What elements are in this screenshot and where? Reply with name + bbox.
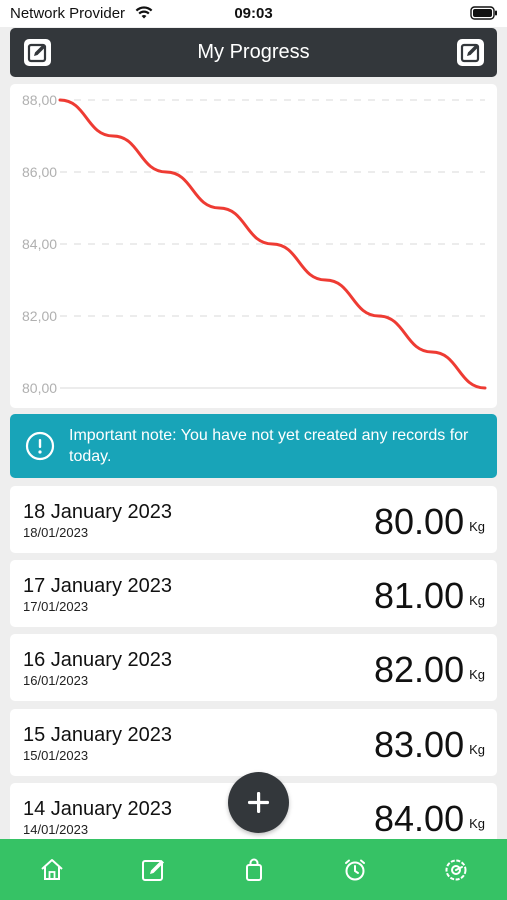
chart-y-tick-label: 80,00 bbox=[22, 380, 57, 396]
settings-icon bbox=[445, 859, 467, 881]
record-date-long: 14 January 2023 bbox=[23, 798, 173, 820]
battery-icon bbox=[470, 6, 498, 25]
chart-y-tick-label: 84,00 bbox=[22, 236, 57, 252]
record-row[interactable]: 16 January 2023 16/01/2023 82.00 Kg bbox=[10, 634, 497, 701]
record-date-long: 18 January 2023 bbox=[23, 501, 173, 523]
alarm-clock-icon bbox=[345, 859, 365, 881]
plus-icon bbox=[248, 792, 269, 813]
status-bar: Network Provider 09:03 bbox=[0, 0, 507, 27]
header-right-edit-button[interactable] bbox=[457, 39, 484, 66]
record-unit: Kg bbox=[469, 742, 485, 757]
progress-chart: 88,00 86,00 84,00 82,00 80,00 bbox=[10, 84, 497, 408]
page-title: My Progress bbox=[197, 41, 310, 63]
record-weight: 81.00 bbox=[374, 575, 465, 616]
nav-home[interactable] bbox=[38, 856, 66, 884]
app-header: My Progress bbox=[10, 28, 497, 77]
home-icon bbox=[41, 859, 63, 880]
bottom-nav bbox=[0, 839, 507, 900]
status-time: 09:03 bbox=[234, 5, 273, 22]
chart-y-tick-label: 86,00 bbox=[22, 164, 57, 180]
chart-svg: 88,00 86,00 84,00 82,00 80,00 bbox=[22, 92, 487, 396]
chart-y-tick-label: 88,00 bbox=[22, 92, 57, 108]
record-date-long: 17 January 2023 bbox=[23, 575, 173, 597]
nav-edit[interactable] bbox=[140, 856, 168, 884]
shopping-bag-icon bbox=[246, 858, 262, 881]
add-record-button[interactable] bbox=[228, 772, 289, 833]
nav-shopping[interactable] bbox=[240, 856, 268, 884]
record-date-short: 18/01/2023 bbox=[23, 525, 89, 540]
record-unit: Kg bbox=[469, 519, 485, 534]
important-note-banner: Important note: You have not yet created… bbox=[10, 414, 497, 478]
note-text: Important note: You have not yet created… bbox=[69, 427, 469, 465]
record-unit: Kg bbox=[469, 667, 485, 682]
record-date-long: 15 January 2023 bbox=[23, 724, 173, 746]
nav-alarm[interactable] bbox=[341, 856, 369, 884]
record-unit: Kg bbox=[469, 816, 485, 831]
record-weight: 84.00 bbox=[374, 798, 465, 839]
record-row[interactable]: 15 January 2023 15/01/2023 83.00 Kg bbox=[10, 709, 497, 776]
record-unit: Kg bbox=[469, 593, 485, 608]
record-weight: 80.00 bbox=[374, 501, 465, 542]
record-date-short: 14/01/2023 bbox=[23, 822, 89, 837]
record-date-long: 16 January 2023 bbox=[23, 649, 173, 671]
info-icon bbox=[25, 431, 55, 466]
record-row[interactable]: 18 January 2023 18/01/2023 80.00 Kg bbox=[10, 486, 497, 553]
record-date-short: 17/01/2023 bbox=[23, 599, 89, 614]
record-date-short: 15/01/2023 bbox=[23, 748, 89, 763]
edit-icon bbox=[142, 860, 164, 881]
nav-settings[interactable] bbox=[442, 856, 470, 884]
record-weight: 82.00 bbox=[374, 649, 465, 690]
chart-series-line bbox=[58, 98, 487, 390]
record-weight: 83.00 bbox=[374, 724, 465, 765]
record-date-short: 16/01/2023 bbox=[23, 673, 89, 688]
record-row[interactable]: 17 January 2023 17/01/2023 81.00 Kg bbox=[10, 560, 497, 627]
chart-y-tick-label: 82,00 bbox=[22, 308, 57, 324]
edit-icon bbox=[460, 43, 480, 63]
